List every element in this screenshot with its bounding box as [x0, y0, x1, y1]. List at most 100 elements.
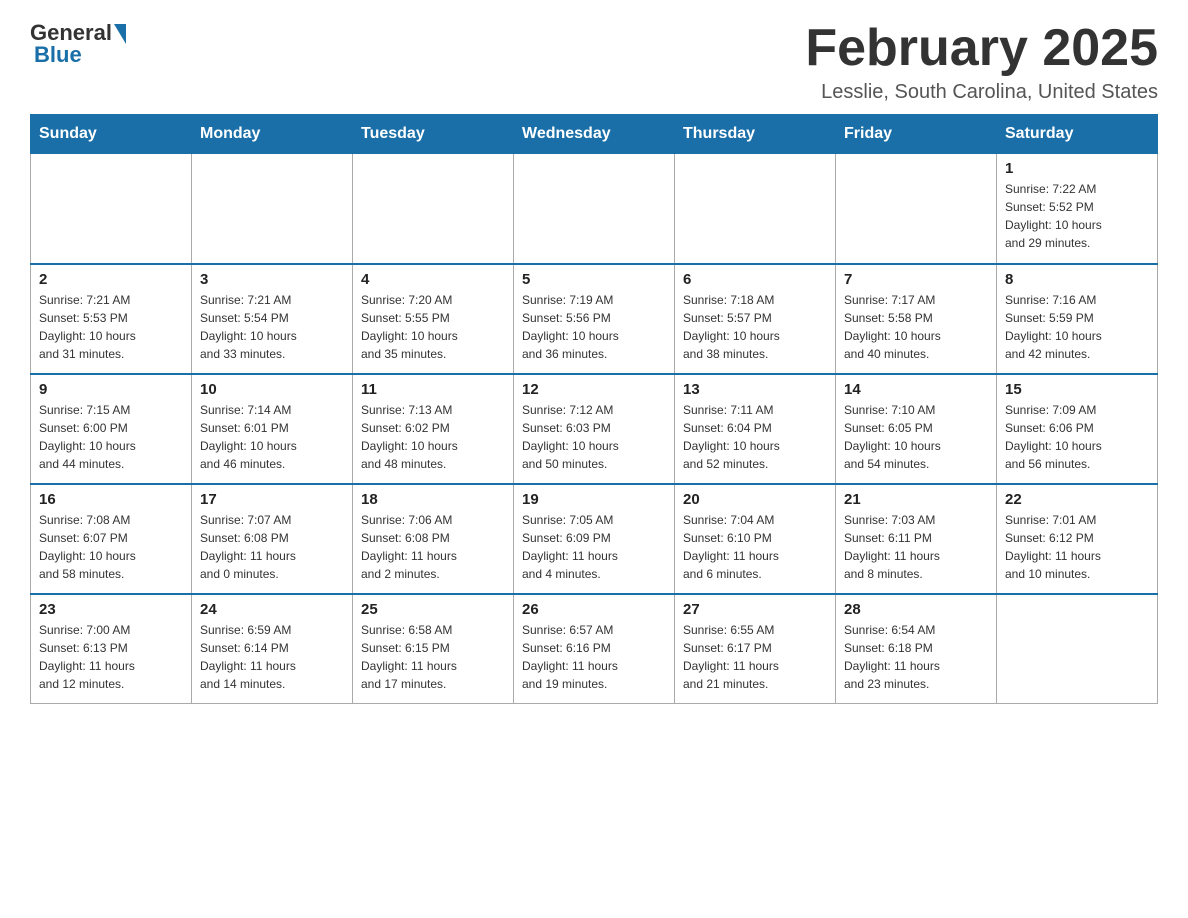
calendar-cell: 22 Sunrise: 7:01 AM Sunset: 6:12 PM Dayli…	[997, 484, 1158, 594]
day-info: Sunrise: 6:57 AM Sunset: 6:16 PM Dayligh…	[522, 621, 666, 693]
day-info: Sunrise: 7:04 AM Sunset: 6:10 PM Dayligh…	[683, 511, 827, 583]
calendar-cell: 10 Sunrise: 7:14 AM Sunset: 6:01 PM Dayli…	[192, 374, 353, 484]
day-number: 8	[1005, 271, 1149, 288]
day-number: 7	[844, 271, 988, 288]
day-number: 28	[844, 601, 988, 618]
calendar-cell: 12 Sunrise: 7:12 AM Sunset: 6:03 PM Dayli…	[514, 374, 675, 484]
day-number: 20	[683, 491, 827, 508]
day-number: 25	[361, 601, 505, 618]
day-info: Sunrise: 7:05 AM Sunset: 6:09 PM Dayligh…	[522, 511, 666, 583]
day-number: 19	[522, 491, 666, 508]
day-info: Sunrise: 7:01 AM Sunset: 6:12 PM Dayligh…	[1005, 511, 1149, 583]
day-number: 15	[1005, 381, 1149, 398]
calendar-cell: 18 Sunrise: 7:06 AM Sunset: 6:08 PM Dayli…	[353, 484, 514, 594]
day-info: Sunrise: 7:18 AM Sunset: 5:57 PM Dayligh…	[683, 291, 827, 363]
calendar-cell: 21 Sunrise: 7:03 AM Sunset: 6:11 PM Dayli…	[836, 484, 997, 594]
calendar-cell	[675, 154, 836, 264]
calendar-header-saturday: Saturday	[997, 115, 1158, 154]
calendar-cell: 23 Sunrise: 7:00 AM Sunset: 6:13 PM Dayli…	[31, 594, 192, 704]
day-info: Sunrise: 7:17 AM Sunset: 5:58 PM Dayligh…	[844, 291, 988, 363]
calendar-cell: 24Sunrise: 6:59 AM Sunset: 6:14 PM Dayli…	[192, 594, 353, 704]
calendar-cell	[353, 154, 514, 264]
calendar-table: SundayMondayTuesdayWednesdayThursdayFrid…	[30, 114, 1158, 704]
day-number: 1	[1005, 160, 1149, 177]
calendar-cell: 28Sunrise: 6:54 AM Sunset: 6:18 PM Dayli…	[836, 594, 997, 704]
logo-triangle-icon	[114, 24, 126, 44]
calendar-cell	[31, 154, 192, 264]
day-info: Sunrise: 7:08 AM Sunset: 6:07 PM Dayligh…	[39, 511, 183, 583]
day-number: 23	[39, 601, 183, 618]
day-info: Sunrise: 7:16 AM Sunset: 5:59 PM Dayligh…	[1005, 291, 1149, 363]
calendar-cell: 11 Sunrise: 7:13 AM Sunset: 6:02 PM Dayli…	[353, 374, 514, 484]
day-info: Sunrise: 7:13 AM Sunset: 6:02 PM Dayligh…	[361, 401, 505, 473]
calendar-header-tuesday: Tuesday	[353, 115, 514, 154]
day-info: Sunrise: 7:12 AM Sunset: 6:03 PM Dayligh…	[522, 401, 666, 473]
day-info: Sunrise: 7:00 AM Sunset: 6:13 PM Dayligh…	[39, 621, 183, 693]
calendar-cell: 6 Sunrise: 7:18 AM Sunset: 5:57 PM Daylig…	[675, 264, 836, 374]
day-info: Sunrise: 7:14 AM Sunset: 6:01 PM Dayligh…	[200, 401, 344, 473]
day-info: Sunrise: 7:07 AM Sunset: 6:08 PM Dayligh…	[200, 511, 344, 583]
day-number: 10	[200, 381, 344, 398]
calendar-cell	[997, 594, 1158, 704]
calendar-header-friday: Friday	[836, 115, 997, 154]
day-number: 21	[844, 491, 988, 508]
day-info: Sunrise: 7:22 AM Sunset: 5:52 PM Dayligh…	[1005, 180, 1149, 252]
day-number: 27	[683, 601, 827, 618]
day-info: Sunrise: 7:19 AM Sunset: 5:56 PM Dayligh…	[522, 291, 666, 363]
day-info: Sunrise: 7:11 AM Sunset: 6:04 PM Dayligh…	[683, 401, 827, 473]
calendar-cell: 13 Sunrise: 7:11 AM Sunset: 6:04 PM Dayli…	[675, 374, 836, 484]
day-info: Sunrise: 7:06 AM Sunset: 6:08 PM Dayligh…	[361, 511, 505, 583]
calendar-cell: 25 Sunrise: 6:58 AM Sunset: 6:15 PM Dayli…	[353, 594, 514, 704]
day-number: 6	[683, 271, 827, 288]
month-title: February 2025	[805, 20, 1158, 77]
day-number: 3	[200, 271, 344, 288]
day-info: Sunrise: 7:20 AM Sunset: 5:55 PM Dayligh…	[361, 291, 505, 363]
calendar-header-sunday: Sunday	[31, 115, 192, 154]
calendar-cell	[836, 154, 997, 264]
day-info: Sunrise: 6:59 AM Sunset: 6:14 PM Dayligh…	[200, 621, 344, 693]
calendar-week-row: 23 Sunrise: 7:00 AM Sunset: 6:13 PM Dayli…	[31, 594, 1158, 704]
day-number: 14	[844, 381, 988, 398]
calendar-cell: 19 Sunrise: 7:05 AM Sunset: 6:09 PM Dayli…	[514, 484, 675, 594]
day-info: Sunrise: 7:15 AM Sunset: 6:00 PM Dayligh…	[39, 401, 183, 473]
calendar-cell: 16 Sunrise: 7:08 AM Sunset: 6:07 PM Dayli…	[31, 484, 192, 594]
day-info: Sunrise: 7:21 AM Sunset: 5:53 PM Dayligh…	[39, 291, 183, 363]
calendar-cell: 9 Sunrise: 7:15 AM Sunset: 6:00 PM Daylig…	[31, 374, 192, 484]
day-number: 22	[1005, 491, 1149, 508]
location-title: Lesslie, South Carolina, United States	[805, 81, 1158, 104]
calendar-cell: 7 Sunrise: 7:17 AM Sunset: 5:58 PM Daylig…	[836, 264, 997, 374]
logo-blue-text: Blue	[30, 42, 82, 68]
day-info: Sunrise: 7:21 AM Sunset: 5:54 PM Dayligh…	[200, 291, 344, 363]
calendar-cell: 1 Sunrise: 7:22 AM Sunset: 5:52 PM Daylig…	[997, 154, 1158, 264]
logo: General Blue	[30, 20, 126, 68]
calendar-header-row: SundayMondayTuesdayWednesdayThursdayFrid…	[31, 115, 1158, 154]
calendar-week-row: 9 Sunrise: 7:15 AM Sunset: 6:00 PM Daylig…	[31, 374, 1158, 484]
day-info: Sunrise: 7:03 AM Sunset: 6:11 PM Dayligh…	[844, 511, 988, 583]
day-number: 16	[39, 491, 183, 508]
calendar-cell: 15Sunrise: 7:09 AM Sunset: 6:06 PM Dayli…	[997, 374, 1158, 484]
calendar-cell: 5 Sunrise: 7:19 AM Sunset: 5:56 PM Daylig…	[514, 264, 675, 374]
day-number: 13	[683, 381, 827, 398]
calendar-cell: 17 Sunrise: 7:07 AM Sunset: 6:08 PM Dayli…	[192, 484, 353, 594]
calendar-cell: 4Sunrise: 7:20 AM Sunset: 5:55 PM Daylig…	[353, 264, 514, 374]
day-number: 17	[200, 491, 344, 508]
calendar-header-monday: Monday	[192, 115, 353, 154]
day-info: Sunrise: 6:55 AM Sunset: 6:17 PM Dayligh…	[683, 621, 827, 693]
calendar-week-row: 16 Sunrise: 7:08 AM Sunset: 6:07 PM Dayli…	[31, 484, 1158, 594]
day-number: 18	[361, 491, 505, 508]
calendar-cell: 3 Sunrise: 7:21 AM Sunset: 5:54 PM Daylig…	[192, 264, 353, 374]
day-info: Sunrise: 6:58 AM Sunset: 6:15 PM Dayligh…	[361, 621, 505, 693]
day-number: 11	[361, 381, 505, 398]
day-number: 9	[39, 381, 183, 398]
calendar-week-row: 1 Sunrise: 7:22 AM Sunset: 5:52 PM Daylig…	[31, 154, 1158, 264]
calendar-cell: 8 Sunrise: 7:16 AM Sunset: 5:59 PM Daylig…	[997, 264, 1158, 374]
day-number: 2	[39, 271, 183, 288]
calendar-cell	[514, 154, 675, 264]
calendar-cell: 14 Sunrise: 7:10 AM Sunset: 6:05 PM Dayli…	[836, 374, 997, 484]
day-number: 26	[522, 601, 666, 618]
day-number: 12	[522, 381, 666, 398]
calendar-header-thursday: Thursday	[675, 115, 836, 154]
day-info: Sunrise: 7:10 AM Sunset: 6:05 PM Dayligh…	[844, 401, 988, 473]
day-number: 5	[522, 271, 666, 288]
calendar-header-wednesday: Wednesday	[514, 115, 675, 154]
